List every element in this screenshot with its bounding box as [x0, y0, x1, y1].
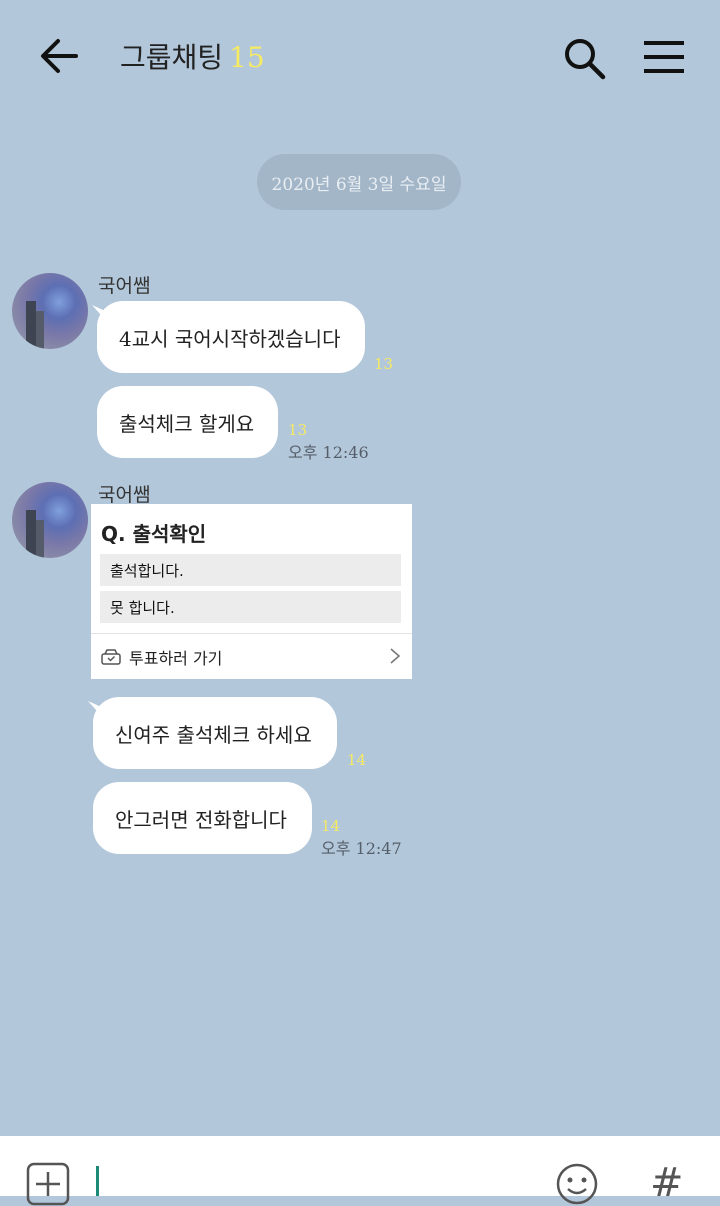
chat-title: 그룹채팅 15 [120, 36, 265, 76]
sender-name: 국어쌤 [98, 484, 151, 506]
message-bubble[interactable]: 안그러면 전화합니다 [93, 782, 312, 854]
vote-button[interactable]: 투표하러 가기 [101, 645, 222, 669]
unread-count: 14 [321, 817, 341, 835]
poll-card[interactable]: Q. 출석확인 출석합니다. 못 합니다. 투표하러 가기 [91, 504, 412, 679]
menu-icon[interactable] [644, 40, 684, 74]
message-bubble[interactable]: 4교시 국어시작하겠습니다 [97, 301, 365, 373]
chevron-right-icon [390, 648, 401, 664]
message-bubble[interactable]: 출석체크 할게요 [97, 386, 278, 458]
search-icon[interactable] [562, 36, 606, 80]
poll-question: Q. 출석확인 [101, 522, 207, 546]
hashtag-icon[interactable]: # [650, 1160, 684, 1206]
chat-title-text: 그룹채팅 [120, 41, 224, 74]
poll-option[interactable]: 못 합니다. [100, 591, 401, 623]
text-cursor[interactable] [96, 1166, 99, 1196]
poll-divider [91, 633, 412, 634]
member-count: 15 [229, 41, 265, 74]
date-divider: 2020년 6월 3일 수요일 [257, 154, 461, 210]
message-input-bar[interactable] [0, 1136, 720, 1196]
sender-avatar[interactable] [12, 482, 88, 558]
vote-button-label: 투표하러 가기 [129, 649, 223, 668]
ballot-box-icon [101, 649, 121, 665]
message-time: 오후 12:47 [321, 839, 402, 858]
message-bubble[interactable]: 신여주 출석체크 하세요 [93, 697, 337, 769]
attach-plus-icon[interactable] [26, 1162, 70, 1206]
unread-count: 14 [347, 751, 367, 769]
message-time: 오후 12:46 [288, 443, 369, 462]
unread-count: 13 [374, 355, 394, 373]
back-arrow-icon[interactable] [38, 38, 78, 74]
emoji-icon[interactable] [555, 1162, 599, 1206]
poll-option[interactable]: 출석합니다. [100, 554, 401, 586]
sender-name: 국어쌤 [98, 275, 151, 297]
unread-count: 13 [288, 421, 308, 439]
sender-avatar[interactable] [12, 273, 88, 349]
